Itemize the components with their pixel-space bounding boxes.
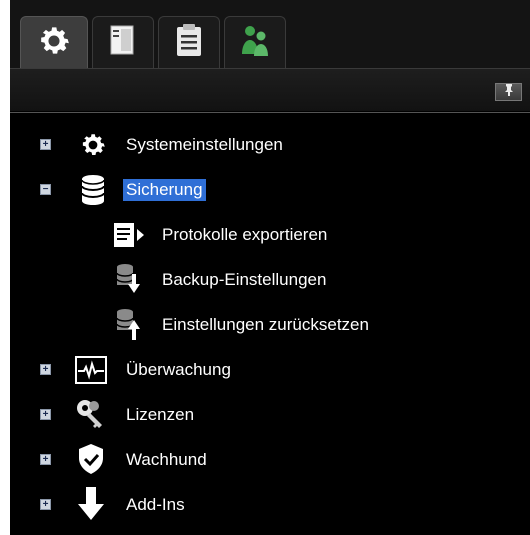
expand-button[interactable]: + [40, 364, 51, 375]
gear-icon [35, 22, 73, 65]
tab-reports[interactable] [158, 16, 220, 68]
tab-server[interactable] [92, 16, 154, 68]
backup-download-icon [112, 262, 146, 296]
settings-panel: + Systemeinstellungen − Sicherung Protok… [10, 0, 530, 535]
shield-check-icon [74, 442, 108, 476]
database-icon [76, 173, 110, 207]
tab-users[interactable] [224, 16, 286, 68]
settings-tree: + Systemeinstellungen − Sicherung Protok… [10, 112, 530, 535]
pin-icon [504, 83, 514, 101]
tree-item-label: Überwachung [126, 360, 231, 379]
server-icon [107, 23, 139, 62]
tree-item-protokolle-exportieren[interactable]: Protokolle exportieren [10, 217, 510, 253]
tree-item-einstellungen-zuruecksetzen[interactable]: Einstellungen zurücksetzen [10, 307, 510, 343]
tree-item-label: Protokolle exportieren [162, 225, 328, 244]
tree-item-add-ins[interactable]: + Add-Ins [10, 487, 510, 523]
tree-item-label: Sicherung [123, 179, 206, 201]
tree-item-label: Wachhund [126, 450, 207, 469]
clipboard-icon [174, 22, 204, 63]
tree-item-sicherung[interactable]: − Sicherung [10, 172, 510, 208]
collapse-button[interactable]: − [40, 184, 51, 195]
tree-item-label: Einstellungen zurücksetzen [162, 315, 369, 334]
tree-item-wachhund[interactable]: + Wachhund [10, 442, 510, 478]
tree-item-label: Lizenzen [126, 405, 195, 424]
tab-bar [10, 0, 530, 70]
tree-item-lizenzen[interactable]: + Lizenzen [10, 397, 510, 433]
monitor-pulse-icon [74, 353, 108, 387]
expand-button[interactable]: + [40, 409, 51, 420]
pin-button[interactable] [495, 83, 522, 101]
users-icon [238, 22, 272, 63]
keys-icon [74, 397, 108, 431]
tree-item-systemeinstellungen[interactable]: + Systemeinstellungen [10, 127, 510, 163]
tree-item-label: Backup-Einstellungen [162, 270, 327, 289]
tree-item-label: Add-Ins [126, 495, 185, 514]
toolbar [10, 68, 530, 111]
expand-button[interactable]: + [40, 454, 51, 465]
gear-icon [76, 128, 110, 162]
expand-button[interactable]: + [40, 139, 51, 150]
tree-item-backup-einstellungen[interactable]: Backup-Einstellungen [10, 262, 510, 298]
tree-item-label: Systemeinstellungen [126, 135, 283, 154]
restore-upload-icon [112, 307, 146, 341]
tab-settings[interactable] [20, 16, 88, 70]
tree-item-ueberwachung[interactable]: + Überwachung [10, 352, 510, 388]
expand-button[interactable]: + [40, 499, 51, 510]
export-log-icon [112, 218, 146, 252]
download-arrow-icon [74, 487, 108, 521]
